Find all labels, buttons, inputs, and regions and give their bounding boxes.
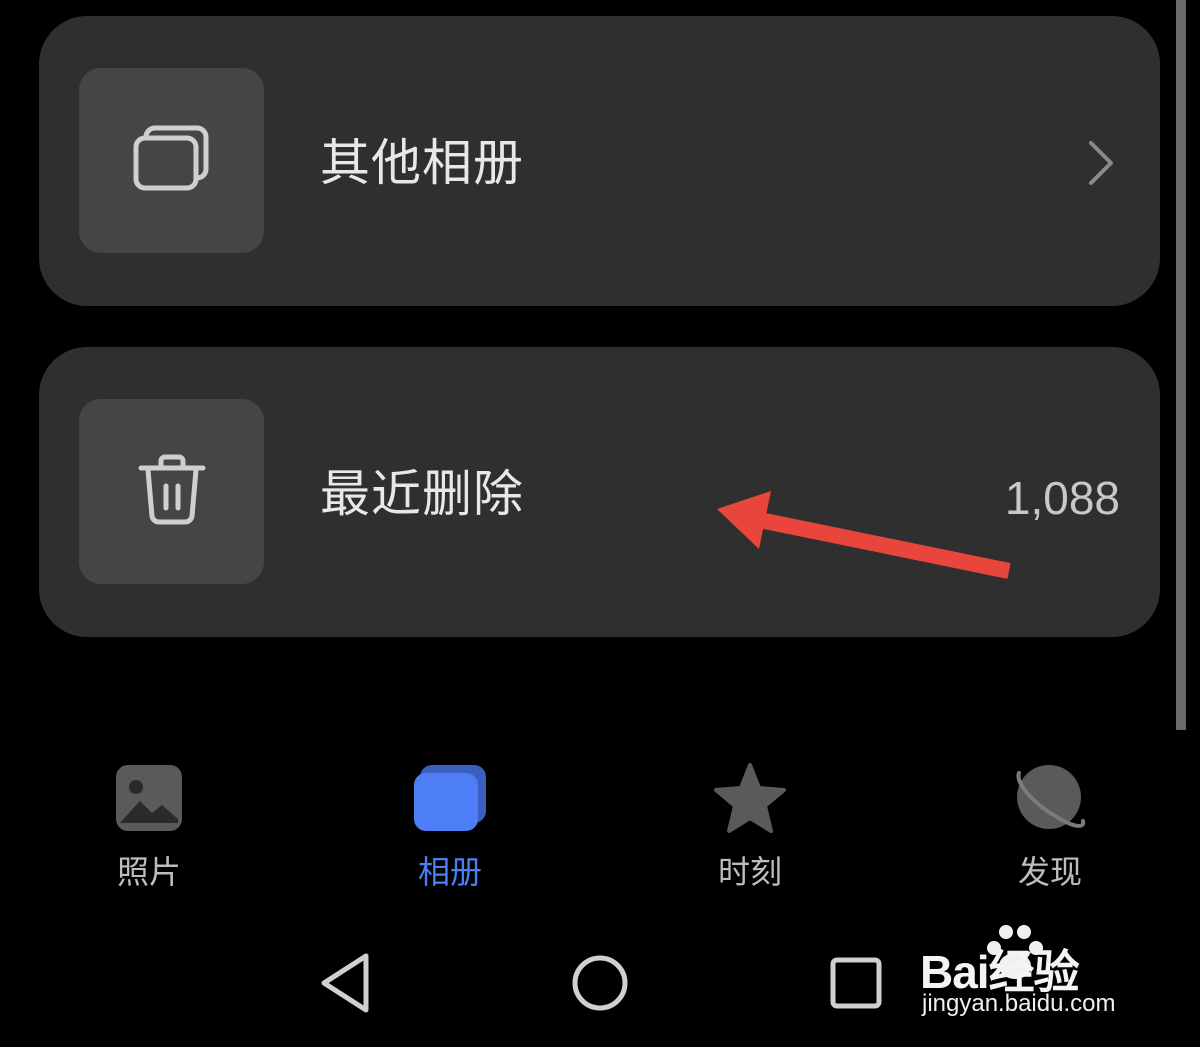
album-title: 其他相册: [320, 134, 524, 192]
album-tile: [79, 68, 264, 253]
home-circle-icon[interactable]: [570, 950, 630, 1020]
album-tile: [79, 399, 264, 584]
tab-label: 相册: [417, 853, 482, 891]
album-icon: [412, 765, 488, 835]
scrollbar[interactable]: [1176, 0, 1186, 730]
tab-label: 时刻: [717, 853, 782, 891]
star-icon: [714, 763, 786, 837]
tab-label: 发现: [1017, 853, 1082, 891]
album-count: 1,088: [1004, 472, 1120, 524]
tab-albums[interactable]: 相册: [350, 740, 550, 892]
watermark-url: jingyan.baidu.com: [922, 990, 1116, 1017]
recents-square-icon[interactable]: [828, 950, 884, 1020]
bottom-navigation: 照片 相册 时刻 发现: [0, 740, 1200, 910]
album-card-other[interactable]: 其他相册: [39, 16, 1160, 306]
tab-moments[interactable]: 时刻: [650, 740, 850, 892]
tab-photos[interactable]: 照片: [49, 740, 249, 892]
photo-icon: [114, 763, 184, 837]
tab-label: 照片: [116, 853, 181, 891]
album-title: 最近删除: [320, 465, 524, 523]
trash-icon: [137, 454, 207, 530]
albums-stack-icon: [132, 124, 212, 198]
chevron-right-icon: [1086, 138, 1116, 192]
planet-icon: [1013, 761, 1087, 839]
red-arrow-icon: [715, 489, 1015, 588]
back-triangle-icon[interactable]: [318, 950, 374, 1020]
baidu-watermark: Bai经验 jingyan.baidu.com: [920, 918, 1190, 1028]
tab-discover[interactable]: 发现: [950, 740, 1150, 892]
